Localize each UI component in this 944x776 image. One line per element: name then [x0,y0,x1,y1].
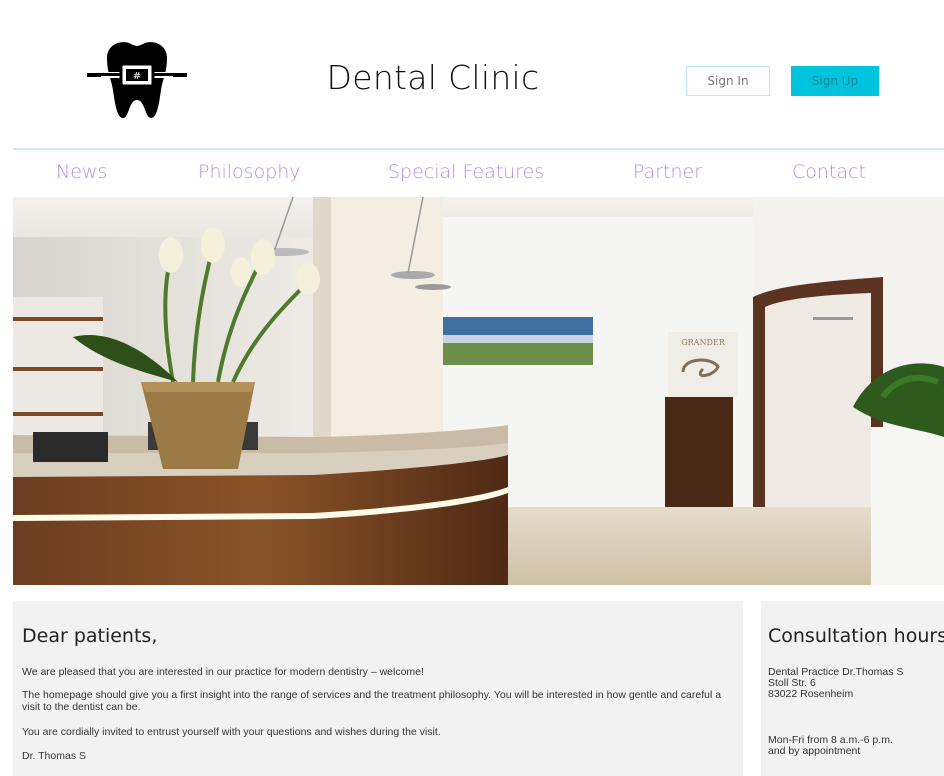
hero-image: GRANDER [13,197,944,585]
welcome-panel: Dear patients, We are pleased that you a… [13,601,743,776]
opening-hours: Mon-Fri from 8 a.m.-6 p.m. and by appoin… [768,735,944,757]
welcome-paragraph-2: The homepage should give you a first ins… [22,689,722,713]
consultation-panel: Consultation hours Dental Practice Dr.Th… [761,601,944,776]
sign-in-button[interactable]: Sign In [686,66,770,96]
clinic-reception-photo: GRANDER [13,197,944,585]
welcome-heading: Dear patients, [22,625,158,647]
sign-up-button[interactable]: Sign Up [791,66,879,96]
practice-address: Dental Practice Dr.Thomas S Stoll Str. 6… [768,667,944,700]
welcome-paragraph-1: We are pleased that you are interested i… [22,666,424,678]
svg-text:GRANDER: GRANDER [681,338,725,347]
site-header: # Dental Clinic Sign In Sign Up [13,0,944,150]
nav-item-news[interactable]: News [56,161,107,183]
nav-item-special-features[interactable]: Special Features [388,161,544,183]
site-title: Dental Clinic [326,58,540,97]
nav-item-contact[interactable]: Contact [792,161,866,183]
welcome-signature: Dr. Thomas S [22,750,86,762]
nav-item-philosophy[interactable]: Philosophy [198,161,301,183]
welcome-paragraph-3: You are cordially invited to entrust you… [22,726,441,738]
main-nav: News Philosophy Special Features Partner… [13,150,944,197]
practice-city: 83022 Rosenheim [768,688,854,700]
tooth-with-braces-icon: # [87,42,187,118]
nav-item-partner[interactable]: Partner [633,161,702,183]
hours-appointment: and by appointment [768,745,861,757]
svg-text:#: # [133,71,141,82]
consultation-heading: Consultation hours [768,625,944,647]
